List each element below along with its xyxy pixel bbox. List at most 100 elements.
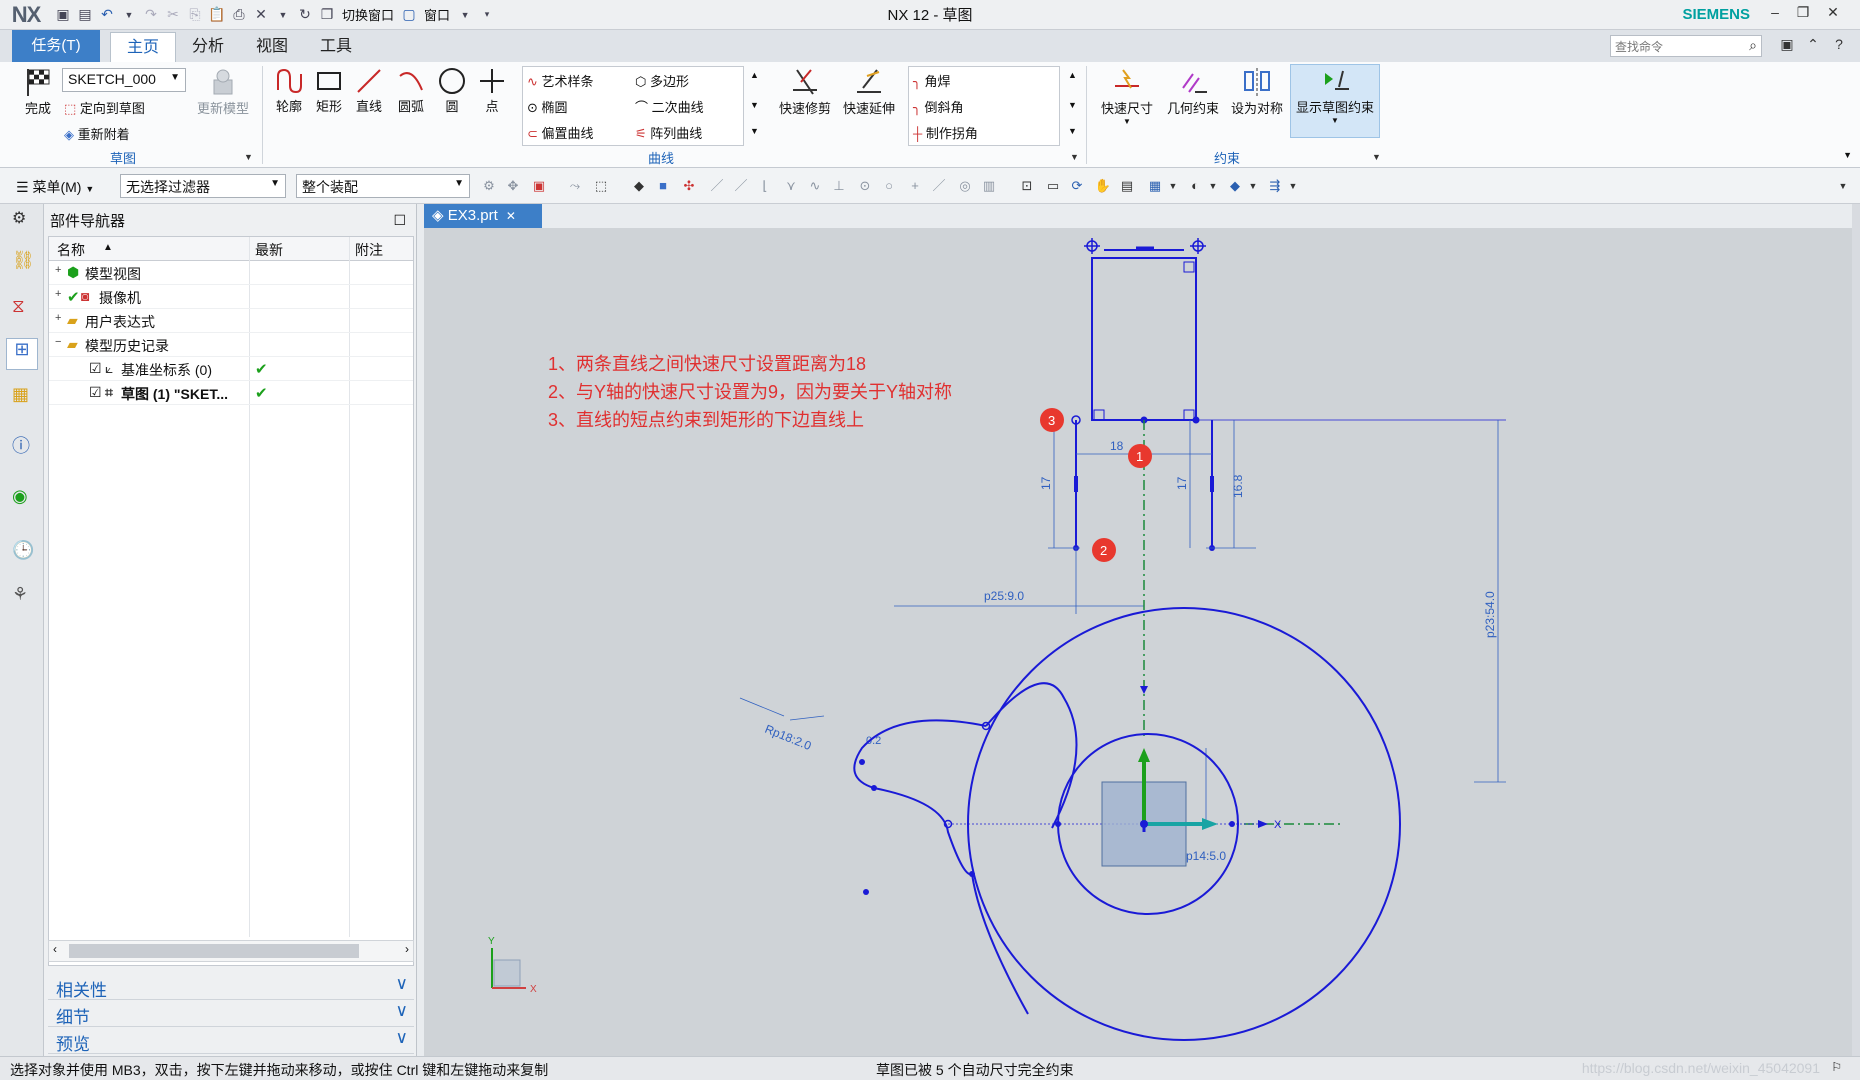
tree-row-model-history[interactable]: − ▰ 模型历史记录 [49,333,413,357]
web-browser-icon[interactable]: ◉ [12,486,34,508]
search-icon[interactable]: ⌕ [1749,37,1757,54]
dimension-rp18[interactable]: Rp18:2.0 [763,722,814,753]
command-search-input[interactable]: 查找命令 ⌕ [1610,35,1762,57]
switch-window-button[interactable]: 切换窗口 [342,5,394,24]
snap-curve-icon[interactable]: ∿ [806,177,824,195]
window-dropdown-icon[interactable]: ▼ [454,4,476,26]
dimension-p14[interactable]: p14:5.0 [1186,849,1226,863]
repeat-command-icon[interactable]: ↻ [294,4,316,26]
constraint-group-expand-icon[interactable]: ▼ [1372,152,1381,162]
sketch-point[interactable] [859,759,865,765]
pan-icon[interactable]: ✋ [1094,177,1112,195]
show-constraints-dropdown-icon[interactable]: ▼ [1291,116,1379,125]
help-icon[interactable]: ? [1826,36,1852,58]
type-filter-select[interactable]: 无选择过滤器 ▼ [120,174,286,198]
loose-point[interactable] [863,889,869,895]
tree-row-cameras[interactable]: + ✔ ◙ 摄像机 [49,285,413,309]
assembly-scope-select[interactable]: 整个装配 ▼ [296,174,470,198]
lasso-icon[interactable]: ⤳ [566,177,584,195]
lobe-outer-arc[interactable] [853,719,987,789]
snap-center-icon[interactable]: ⊙ [856,177,874,195]
dimension-p25[interactable]: p25:9.0 [984,589,1024,603]
settings-gear-icon[interactable]: ⚙ [12,208,34,230]
snap-endpoint-icon[interactable]: ／ [708,177,726,195]
rectangle-tool-button[interactable]: 矩形 [310,66,348,115]
display-mode-dropdown-icon[interactable]: ▼ [1204,177,1222,195]
zoom-icon[interactable]: ▭ [1044,177,1062,195]
snap-bounded-icon[interactable]: ▥ [980,177,998,195]
make-corner-button[interactable]: ┼ 制作拐角 [913,123,978,142]
column-notes[interactable]: 附注 [355,240,383,260]
tree-row-sketch[interactable]: ☑ ⌗ 草图 (1) "SKET... ✔ [49,381,413,405]
expand-icon[interactable]: + [55,264,61,276]
part-file-tab[interactable]: ◈ EX3.prt ✕ [424,204,542,228]
save-all-icon[interactable]: ▤ [74,4,96,26]
line-tool-button[interactable]: 直线 [350,66,388,115]
tree-row-user-expressions[interactable]: + ▰ 用户表达式 [49,309,413,333]
delete-icon[interactable]: ✕ [250,4,272,26]
hd3d-tools-icon[interactable]: ⓘ [12,432,34,456]
restore-button[interactable]: ❐ [1790,4,1816,26]
rotate-icon[interactable]: ⟳ [1068,177,1086,195]
delete-dropdown-icon[interactable]: ▼ [272,4,294,26]
orient-to-sketch-button[interactable]: ⬚ 定向到草图 [64,98,145,117]
sketch-point[interactable] [969,871,975,877]
graphics-window[interactable]: 1、两条直线之间快速尺寸设置距离为18 2、与Y轴的快速尺寸设置为9，因为要关于… [424,228,1852,1056]
tab-analysis[interactable]: 分析 [176,32,240,62]
show-hide-icon[interactable]: ⇶ [1266,177,1284,195]
copy-icon[interactable]: ⎘ [184,4,206,26]
lobe-lower-arc[interactable] [873,787,973,876]
make-symmetric-button[interactable]: 设为对称 [1226,66,1288,117]
corner-scroll-up-icon[interactable]: ▲ [1068,70,1077,80]
toolbar-overflow-icon[interactable]: ▼ [1834,177,1852,195]
snap-quadrant-icon[interactable]: ⊥ [830,177,848,195]
print-icon[interactable]: ⎙ [228,4,250,26]
corner-expand-icon[interactable]: ▼ [1068,126,1077,136]
show-hide-dropdown-icon[interactable]: ▼ [1284,177,1302,195]
customize-dropdown-icon[interactable]: ▾ [476,4,498,26]
expand-icon[interactable]: + [55,288,61,300]
undo-icon[interactable]: ↶ [96,4,118,26]
chamfer-button[interactable]: ╮ 倒斜角 [913,97,963,116]
render-style-icon[interactable]: ▦ [1146,177,1164,195]
constraint-navigator-icon[interactable]: ⧖ [12,296,34,318]
tree-row-datum-csys[interactable]: ☑ ⟀ 基准坐标系 (0) ✔ [49,357,413,381]
update-model-button[interactable]: 更新模型 [192,66,254,117]
roles-icon[interactable]: ⚘ [12,584,34,606]
section-dependencies[interactable]: 相关性 ∨ [48,974,414,1000]
show-sketch-constraints-button[interactable]: 显示草图约束 ▼ [1290,64,1380,138]
sketch-name-select[interactable]: SKETCH_000 ▼ [62,68,186,92]
snap-face-icon[interactable]: ◎ [956,177,974,195]
checkbox-icon[interactable]: ☑ [89,384,102,401]
tab-task[interactable]: 任务(T) [12,30,100,62]
window-icon[interactable]: ▢ [398,4,420,26]
finish-sketch-button[interactable]: 完成 [18,66,58,117]
snap-line-icon[interactable]: ／ [930,177,948,195]
rectangle-select-icon[interactable]: ⬚ [592,177,610,195]
reattach-button[interactable]: ◈ 重新附着 [64,124,130,143]
fit-view-icon[interactable]: ⊡ [1018,177,1036,195]
tab-tools[interactable]: 工具 [304,32,368,62]
collapse-icon[interactable]: − [55,336,61,348]
tree-row-model-views[interactable]: + ⬢ 模型视图 [49,261,413,285]
solid-body-icon[interactable]: ◆ [630,177,648,195]
sketch-group-expand-icon[interactable]: ▼ [244,152,253,162]
polygon-button[interactable]: ⬡ 多边形 [635,71,689,90]
conic-button[interactable]: ⌒ 二次曲线 [635,97,704,116]
part-navigator-icon[interactable]: ⊞ [6,338,38,370]
offset-curve-button[interactable]: ⊂ 偏置曲线 [527,123,594,142]
circle-tool-button[interactable]: 圆 [433,66,471,115]
quick-extend-button[interactable]: 快速延伸 [838,66,900,117]
sketch-point[interactable] [871,785,877,791]
corner-scroll-down-icon[interactable]: ▼ [1068,100,1077,110]
rapid-dimension-dropdown-icon[interactable]: ▼ [1096,117,1158,126]
sort-ascending-icon[interactable]: ▲ [103,242,113,253]
window-menu-button[interactable]: 窗口 [424,5,450,24]
ribbon-options-icon[interactable]: ▣ [1774,36,1800,58]
curve-group-expand-icon[interactable]: ▼ [1070,152,1079,162]
snap-intersection-icon[interactable]: ⋎ [782,177,800,195]
reuse-library-icon[interactable]: ▦ [12,384,34,406]
maximize-panel-icon[interactable]: ☐ [393,212,406,229]
snap-settings-icon[interactable]: ⚙ [480,177,498,195]
dimension-17-right[interactable]: 17 [1175,476,1189,490]
